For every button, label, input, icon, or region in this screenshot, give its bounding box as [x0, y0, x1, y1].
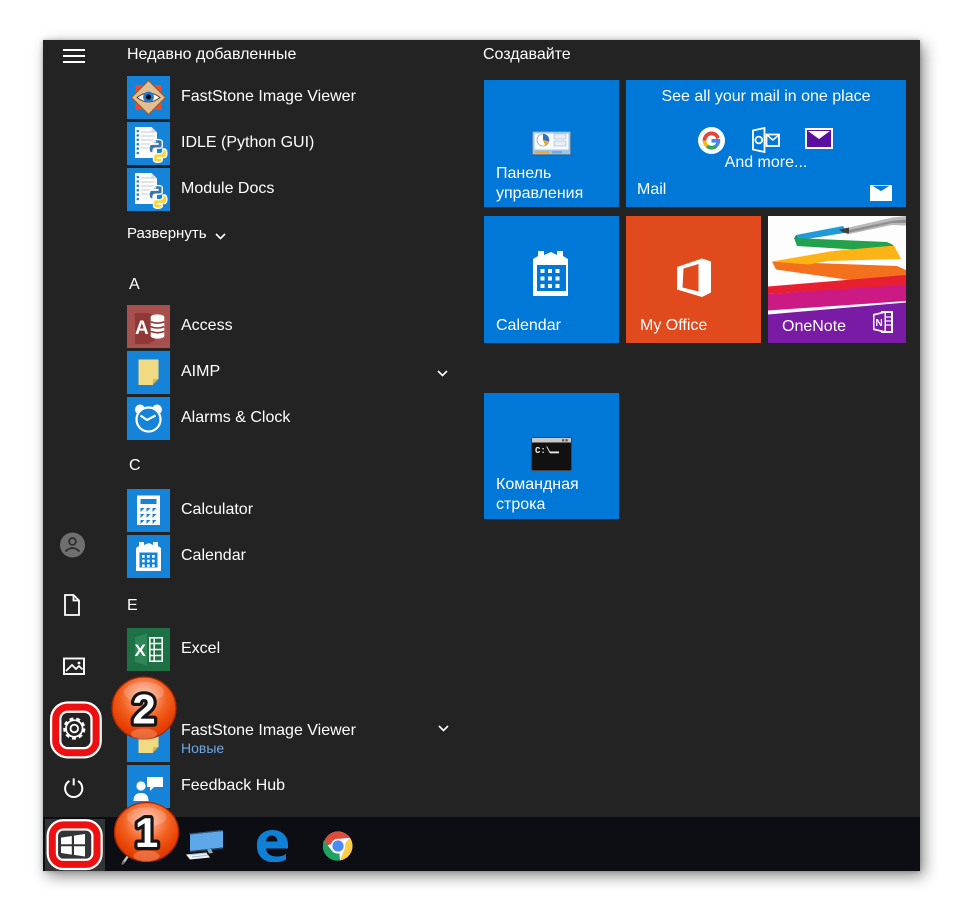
svg-text:C:\: C:\: [535, 446, 552, 456]
svg-text:N: N: [876, 318, 883, 329]
svg-text:A: A: [135, 318, 149, 339]
svg-text:X: X: [135, 641, 147, 660]
